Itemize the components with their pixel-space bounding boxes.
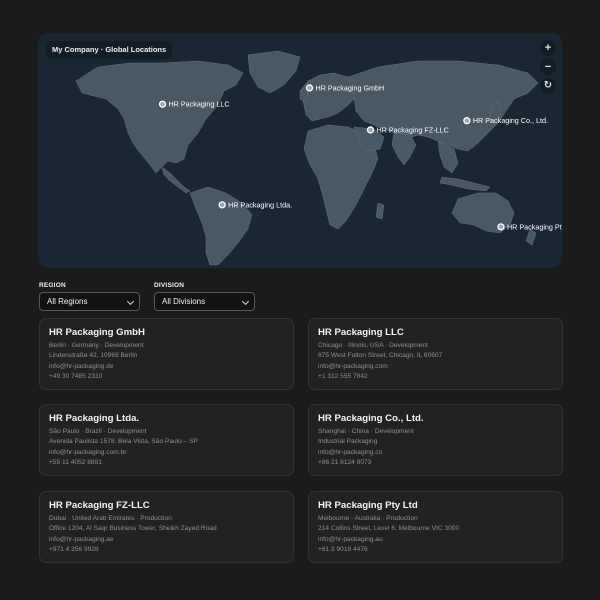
map-marker[interactable]: HR Packaging GmbH	[305, 83, 385, 92]
location-meta: Berlin · Germany · Development	[49, 342, 144, 349]
reset-view-button[interactable]: ↻	[540, 78, 556, 94]
location-name: HR Packaging Ltda.	[49, 413, 140, 424]
location-address: Avenida Paulista 1578, Bela Vista, São P…	[49, 438, 198, 446]
land-new-zealand	[525, 228, 537, 246]
location-meta: Chicago · Illinois, USA · Development	[318, 342, 428, 349]
region-select[interactable]: All Regions	[39, 292, 140, 311]
region-filter-label: REGION	[39, 282, 66, 289]
map-marker[interactable]: HR Packaging Pty Ltd	[497, 222, 562, 231]
location-address: Office 1204, Al Saqr Business Tower, She…	[49, 525, 217, 533]
division-filter-label: DIVISION	[154, 282, 185, 289]
location-card[interactable]: HR Packaging Pty Ltd Melbourne · Australi…	[308, 491, 563, 563]
map-title: My Company · Global Locations	[46, 41, 173, 59]
region-select-value: All Regions	[47, 297, 88, 306]
location-address: Lindenstraße 42, 10969 Berlin	[49, 352, 138, 360]
location-name: HR Packaging Pty Ltd	[318, 500, 418, 511]
location-card[interactable]: HR Packaging FZ-LLC Dubai · United Arab E…	[39, 491, 294, 563]
location-email[interactable]: info@hr-packaging.au	[318, 535, 553, 545]
zoom-in-button[interactable]: +	[540, 40, 556, 56]
map-marker[interactable]: HR Packaging FZ-LLC	[366, 125, 449, 134]
location-card[interactable]: HR Packaging Co., Ltd. Shanghai · China ·…	[308, 404, 563, 476]
division-select-value: All Divisions	[162, 297, 206, 306]
location-name: HR Packaging FZ-LLC	[49, 500, 150, 511]
land-australia	[451, 192, 515, 234]
location-phone[interactable]: +971 4 356 9928	[49, 545, 284, 555]
location-phone[interactable]: +49 30 7485 2310	[49, 372, 284, 382]
location-card[interactable]: HR Packaging LLC Chicago · Illinois, USA …	[308, 318, 563, 390]
land-greenland	[247, 50, 301, 94]
location-email[interactable]: info@hr-packaging.ae	[49, 535, 284, 545]
land-madagascar	[375, 202, 385, 220]
world-map[interactable]: HR Packaging GmbH HR Packaging LLC HR Pack…	[38, 33, 562, 268]
location-email[interactable]: info@hr-packaging.de	[49, 362, 284, 372]
location-meta: São Paulo · Brazil · Development	[49, 428, 147, 435]
map-pin-icon[interactable]	[158, 100, 167, 108]
map-pin-icon[interactable]	[497, 223, 505, 231]
chevron-down-icon	[126, 297, 135, 306]
location-phone[interactable]: +55 11 4052 8891	[49, 458, 284, 468]
location-meta: Dubai · United Arab Emirates · Productio…	[49, 515, 172, 522]
map-canvas[interactable]: HR Packaging GmbH HR Packaging LLC HR Pack…	[38, 33, 562, 268]
location-phone[interactable]: +86 21 6124 9073	[318, 458, 553, 468]
land-central-america	[161, 166, 191, 194]
location-meta: Shanghai · China · Development	[318, 428, 414, 435]
map-marker-label: HR Packaging Ltda.	[228, 200, 292, 209]
location-address: 875 West Fulton Street, Chicago, IL 6060…	[318, 352, 443, 360]
map-marker[interactable]: HR Packaging LLC	[158, 100, 230, 109]
division-select[interactable]: All Divisions	[154, 292, 255, 311]
map-marker-label: HR Packaging GmbH	[316, 83, 385, 92]
location-meta: Melbourne · Australia · Production	[318, 515, 418, 522]
location-email[interactable]: info@hr-packaging.com	[318, 362, 553, 372]
map-marker-label: HR Packaging LLC	[168, 100, 229, 109]
map-pin-icon[interactable]	[366, 126, 375, 134]
land-indonesia	[439, 176, 491, 192]
location-email[interactable]: info@hr-packaging.cn	[318, 448, 553, 458]
map-pin-icon[interactable]	[218, 201, 226, 209]
location-address: 214 Collins Street, Level 6, Melbourne V…	[318, 525, 460, 533]
land-india	[391, 132, 417, 166]
land-south-america	[189, 186, 253, 266]
map-pin-icon[interactable]	[463, 117, 471, 125]
location-email[interactable]: info@hr-packaging.com.br	[49, 448, 284, 458]
location-name: HR Packaging Co., Ltd.	[318, 413, 424, 424]
map-marker-label: HR Packaging Co., Ltd.	[473, 116, 548, 125]
map-pin-icon[interactable]	[305, 84, 314, 92]
location-name: HR Packaging LLC	[318, 327, 404, 338]
map-marker-label: HR Packaging Pty Ltd	[507, 222, 562, 231]
map-marker-label: HR Packaging FZ-LLC	[376, 125, 448, 134]
map-marker[interactable]: HR Packaging Co., Ltd.	[463, 116, 548, 125]
location-address: Industrial Packaging	[318, 438, 378, 446]
land-north-america	[75, 60, 244, 174]
location-card[interactable]: HR Packaging Ltda. São Paulo · Brazil · D…	[39, 404, 294, 476]
map-marker[interactable]: HR Packaging Ltda.	[218, 200, 292, 209]
location-name: HR Packaging GmbH	[49, 327, 145, 338]
chevron-down-icon	[241, 297, 250, 306]
zoom-out-button[interactable]: −	[540, 59, 556, 75]
location-card[interactable]: HR Packaging GmbH Berlin · Germany · Deve…	[39, 318, 294, 390]
location-phone[interactable]: +61 3 9018 4476	[318, 545, 553, 555]
location-phone[interactable]: +1 312 555 7842	[318, 372, 553, 382]
